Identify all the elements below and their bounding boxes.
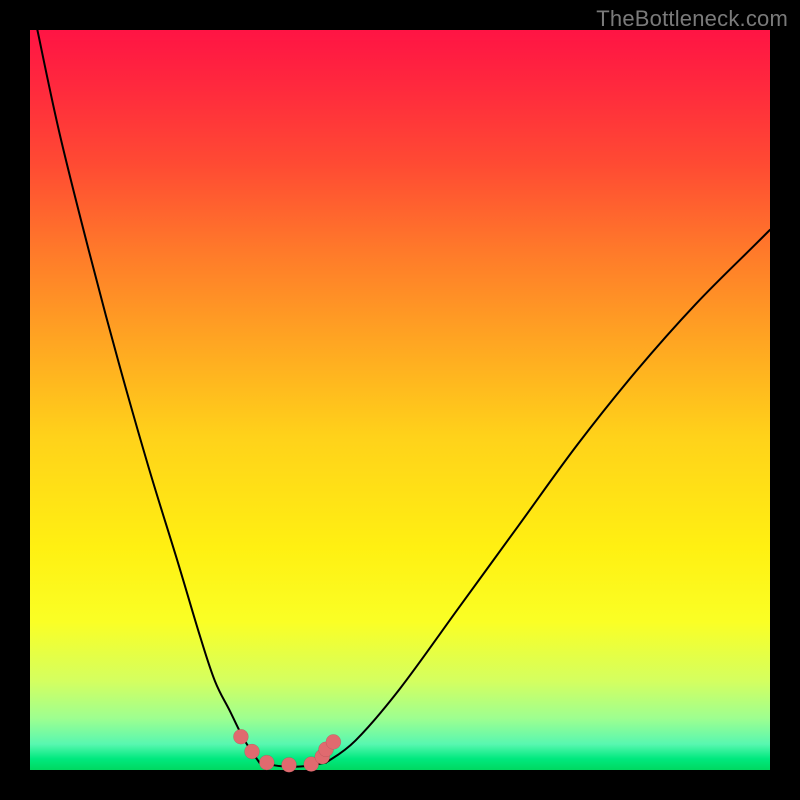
chart-svg: [30, 30, 770, 770]
curves-group: [37, 30, 770, 767]
scatter-point: [282, 757, 297, 772]
plot-area: [30, 30, 770, 770]
curve-left-branch: [37, 30, 259, 763]
scatter-point: [326, 734, 341, 749]
scatter-point: [233, 729, 248, 744]
scatter-point: [245, 744, 260, 759]
scatter-trough-points: [233, 729, 341, 772]
scatter-point: [259, 755, 274, 770]
curve-right-branch: [326, 230, 770, 763]
chart-frame: TheBottleneck.com: [0, 0, 800, 800]
watermark-text: TheBottleneck.com: [596, 6, 788, 32]
